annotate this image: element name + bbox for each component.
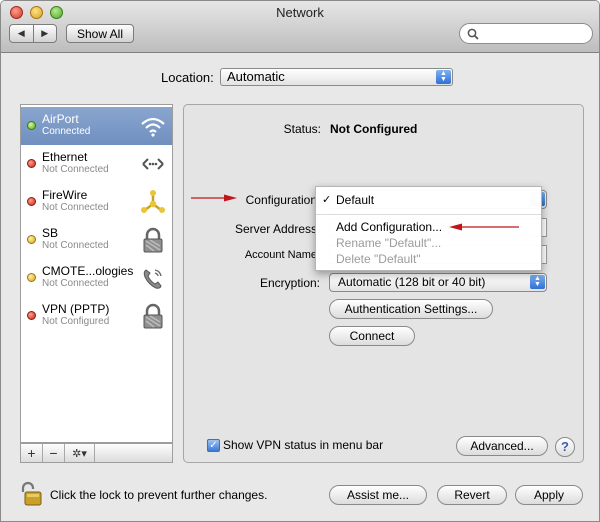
location-popup[interactable]: Automatic ▲ ▼ [220, 68, 453, 86]
service-vpn[interactable]: VPN (PPTP) Not Configured [21, 297, 172, 335]
padlock-open-icon[interactable] [19, 481, 45, 507]
lock-icon [143, 227, 163, 253]
service-status: Not Connected [42, 278, 109, 289]
menu-item-rename: Rename "Default"... [336, 236, 442, 250]
service-airport[interactable]: AirPort Connected [21, 107, 172, 145]
ethernet-icon [142, 158, 164, 170]
service-status: Not Connected [42, 164, 109, 175]
server-address-label: Server Address [234, 222, 317, 236]
show-vpn-status-checkbox[interactable]: ✓ Show VPN status in menu bar [207, 438, 383, 452]
service-status: Not Connected [42, 240, 109, 251]
menu-item-label: Default [336, 193, 375, 207]
remove-service-button[interactable]: − [43, 444, 65, 462]
help-button[interactable]: ? [555, 437, 575, 457]
service-status: Not Configured [42, 316, 110, 327]
service-name: FireWire [42, 188, 88, 202]
search-field[interactable] [459, 23, 593, 44]
checkbox-checked-icon: ✓ [207, 438, 220, 452]
apply-button[interactable]: Apply [515, 485, 583, 505]
service-cmote[interactable]: CMOTE...ologies Not Connected [21, 259, 172, 297]
back-button[interactable]: ◀ [10, 25, 34, 42]
status-dot-red [27, 197, 36, 206]
lock-message: Click the lock to prevent further change… [50, 488, 268, 502]
status-dot-red [27, 311, 36, 320]
forward-button[interactable]: ▶ [34, 25, 57, 42]
title-bar: Network ◀ ▶ Show All [1, 1, 599, 53]
service-sb[interactable]: SB Not Connected [21, 221, 172, 259]
service-name: AirPort [42, 112, 79, 126]
encryption-label: Encryption: [259, 276, 320, 290]
window-title: Network [276, 5, 324, 20]
service-status: Not Connected [42, 202, 109, 213]
lock-icon [143, 303, 163, 329]
service-name: SB [42, 226, 59, 240]
add-service-button[interactable]: + [21, 444, 43, 462]
service-list: AirPort Connected Ethernet Not Connected… [20, 104, 173, 443]
assist-me-button[interactable]: Assist me... [329, 485, 427, 505]
search-icon [467, 28, 479, 40]
annotation-arrow-configuration [191, 194, 237, 202]
phone-icon [143, 269, 162, 289]
encryption-popup[interactable]: Automatic (128 bit or 40 bit) ▲ ▼ [329, 273, 547, 292]
status-dot-green [27, 121, 36, 130]
annotation-arrow-add-configuration [449, 223, 519, 231]
service-name: CMOTE...ologies [42, 264, 134, 278]
status-dot-yellow [27, 273, 36, 282]
menu-item-delete: Delete "Default" [336, 252, 421, 266]
service-status: Connected [42, 126, 91, 137]
menu-item-default[interactable]: ✓ Default [316, 192, 541, 209]
account-name-label: Account Name [244, 249, 317, 261]
service-firewire[interactable]: FireWire Not Connected [21, 183, 172, 221]
advanced-button[interactable]: Advanced... [456, 436, 548, 456]
service-list-toolbar: + − ✲▾ [20, 443, 173, 463]
menu-separator [316, 214, 541, 215]
service-name: VPN (PPTP) [42, 302, 110, 316]
location-value: Automatic [227, 69, 285, 84]
status-label: Status: [283, 122, 321, 136]
status-dot-red [27, 159, 36, 168]
back-forward-control: ◀ ▶ [9, 24, 57, 43]
revert-button[interactable]: Revert [437, 485, 507, 505]
show-vpn-status-label: Show VPN status in menu bar [223, 438, 384, 452]
service-ethernet[interactable]: Ethernet Not Connected [21, 145, 172, 183]
authentication-settings-button[interactable]: Authentication Settings... [329, 299, 493, 319]
status-dot-yellow [27, 235, 36, 244]
status-value: Not Configured [330, 122, 418, 136]
location-label: Location: [161, 70, 214, 85]
show-all-button[interactable]: Show All [66, 24, 134, 43]
network-preferences-window: Network ◀ ▶ Show All Location: Automatic… [0, 0, 600, 522]
wifi-icon [141, 117, 165, 137]
encryption-value: Automatic (128 bit or 40 bit) [338, 275, 486, 289]
gear-icon[interactable]: ✲▾ [65, 444, 95, 462]
service-name: Ethernet [42, 150, 88, 164]
firewire-icon [141, 190, 165, 213]
popup-arrows-icon: ▲▼ [530, 275, 545, 289]
connect-button[interactable]: Connect [329, 326, 415, 346]
popup-arrows-icon: ▲▼ [436, 70, 451, 84]
checkmark-icon: ✓ [322, 194, 332, 206]
